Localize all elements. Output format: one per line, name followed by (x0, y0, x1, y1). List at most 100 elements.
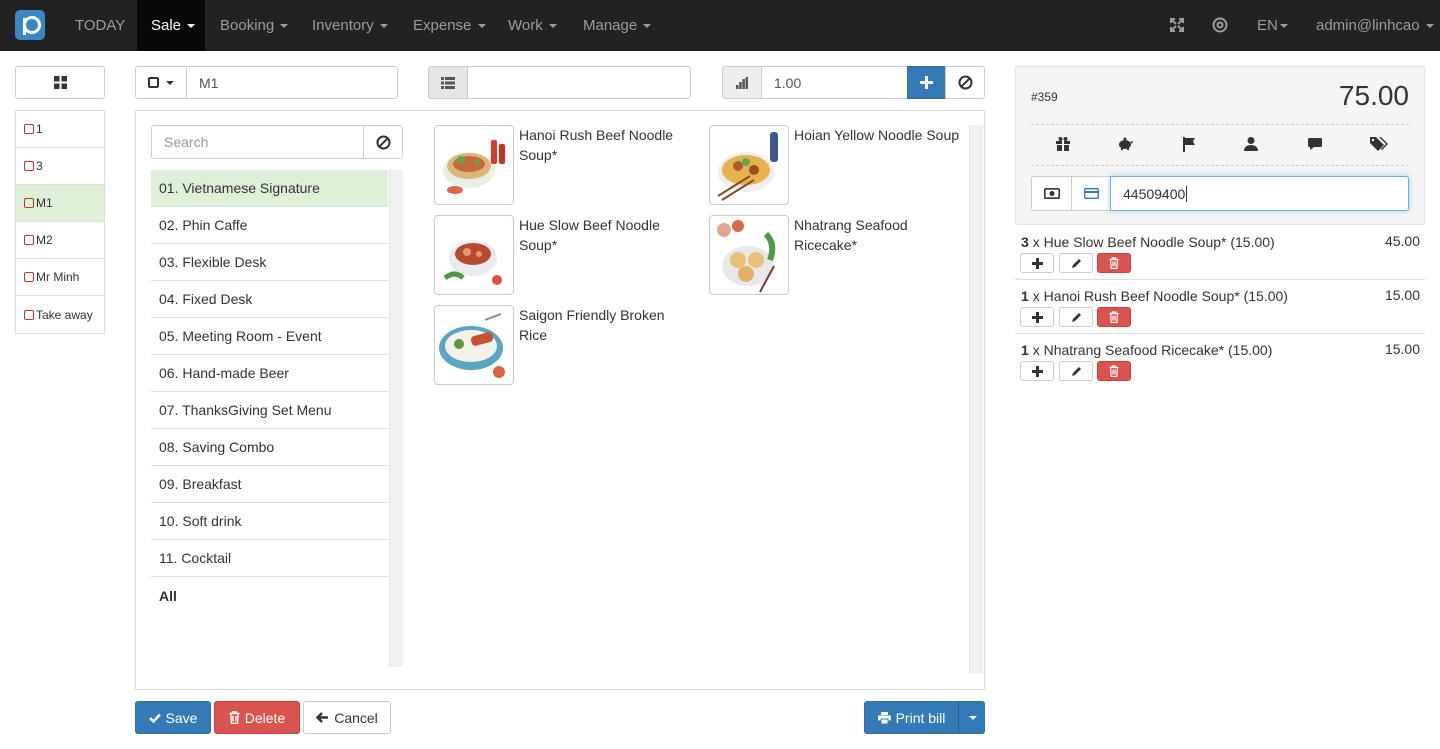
nav-inventory[interactable]: Inventory (298, 0, 402, 51)
edit-line-button[interactable] (1059, 361, 1093, 381)
flag-icon[interactable] (1181, 136, 1197, 152)
clear-search-button[interactable] (363, 125, 403, 159)
increase-qty-button[interactable] (1020, 253, 1054, 273)
comment-icon[interactable] (1307, 136, 1323, 152)
user-icon[interactable] (1243, 136, 1259, 152)
product-card[interactable]: Hue Slow Beef Noodle Soup* (434, 215, 694, 297)
increase-qty-button[interactable] (1020, 307, 1054, 327)
caret-down-icon (280, 24, 289, 29)
product-card[interactable]: Nhatrang Seafood Ricecake* (709, 215, 969, 297)
category-item-selected[interactable]: 01. Vietnamese Signature (151, 170, 388, 207)
table-status-icon (24, 309, 34, 320)
remove-line-button[interactable] (1097, 361, 1131, 381)
category-item[interactable]: 07. ThanksGiving Set Menu (151, 392, 388, 429)
print-options-dropdown[interactable] (958, 701, 985, 734)
category-item[interactable]: 10. Soft drink (151, 503, 388, 540)
nav-expense[interactable]: Expense (399, 0, 500, 51)
order-line: 3 x Hue Slow Beef Noodle Soup* (15.00) 4… (1015, 226, 1425, 280)
product-image (709, 125, 789, 205)
order-line-text: 1 x Hanoi Rush Beef Noodle Soup* (15.00) (1021, 288, 1288, 304)
delete-button[interactable]: Delete (214, 701, 300, 734)
square-icon (148, 77, 159, 88)
pencil-icon (1071, 366, 1081, 376)
table-item[interactable]: 3 (16, 148, 104, 185)
remove-line-button[interactable] (1097, 307, 1131, 327)
category-item-all[interactable]: All (151, 577, 388, 614)
fullscreen-icon[interactable] (1170, 18, 1184, 32)
table-item[interactable]: Mr Minh (16, 259, 104, 296)
nav-today[interactable]: TODAY (61, 0, 139, 51)
product-scrollbar[interactable] (969, 125, 983, 674)
category-item[interactable]: 08. Saving Combo (151, 429, 388, 466)
table-item[interactable]: 1 (16, 111, 104, 148)
category-item[interactable]: 09. Breakfast (151, 466, 388, 503)
plus-icon (1031, 365, 1043, 377)
gift-icon[interactable] (1055, 136, 1071, 152)
search-input[interactable]: Search (151, 125, 364, 159)
support-icon[interactable] (1212, 17, 1228, 33)
order-line-amount: 15.00 (1384, 341, 1420, 357)
category-item[interactable]: 06. Hand-made Beer (151, 355, 388, 392)
trash-icon (1109, 257, 1119, 269)
category-scrollbar[interactable] (389, 170, 403, 667)
card-number-input[interactable]: 44509400 (1110, 176, 1409, 211)
grid-view-button[interactable] (15, 66, 105, 99)
product-card[interactable]: Saigon Friendly Broken Rice (434, 305, 694, 387)
product-image (434, 125, 514, 205)
edit-line-button[interactable] (1059, 253, 1093, 273)
nav-booking[interactable]: Booking (206, 0, 302, 51)
app-logo-icon[interactable] (15, 10, 45, 40)
caret-down-icon (968, 715, 977, 720)
caret-down-icon (187, 24, 196, 29)
category-item[interactable]: 04. Fixed Desk (151, 281, 388, 318)
table-status-icon (24, 161, 34, 171)
sort-numeric-icon (736, 76, 748, 89)
note-input[interactable] (467, 66, 691, 99)
category-item[interactable]: 03. Flexible Desk (151, 244, 388, 281)
table-type-dropdown[interactable] (135, 66, 187, 99)
money-icon (1043, 188, 1060, 199)
table-name-input[interactable]: M1 (186, 66, 398, 99)
save-button[interactable]: Save (135, 701, 211, 734)
category-item[interactable]: 11. Cocktail (151, 540, 388, 577)
category-list: 01. Vietnamese Signature 02. Phin Caffe … (151, 170, 388, 614)
table-list: 1 3 M1 M2 Mr Minh Take away (15, 110, 105, 334)
increase-qty-button[interactable] (1020, 361, 1054, 381)
table-status-icon (24, 198, 34, 208)
order-line: 1 x Nhatrang Seafood Ricecake* (15.00) 1… (1015, 334, 1425, 388)
nav-sale[interactable]: Sale (137, 0, 205, 51)
clear-quantity-button[interactable] (945, 66, 985, 99)
remove-line-button[interactable] (1097, 253, 1131, 273)
cash-payment-button[interactable] (1031, 176, 1072, 211)
divider (1031, 124, 1409, 125)
divider (1031, 165, 1409, 166)
category-item[interactable]: 02. Phin Caffe (151, 207, 388, 244)
piggy-bank-icon[interactable] (1117, 136, 1133, 152)
ban-icon (376, 135, 390, 149)
ban-icon (958, 75, 972, 90)
product-card[interactable]: Hoian Yellow Noodle Soup (709, 125, 969, 207)
order-line-amount: 15.00 (1384, 287, 1420, 303)
add-button[interactable] (907, 66, 946, 99)
card-payment-button[interactable] (1071, 176, 1111, 211)
product-card[interactable]: Hanoi Rush Beef Noodle Soup* (434, 125, 694, 207)
nav-manage[interactable]: Manage (569, 0, 665, 51)
quantity-input[interactable]: 1.00 (761, 66, 908, 99)
table-item-selected[interactable]: M1 (16, 185, 104, 222)
table-item[interactable]: M2 (16, 222, 104, 259)
list-view-button[interactable] (428, 66, 468, 99)
print-bill-button[interactable]: Print bill (864, 701, 959, 734)
language-dropdown[interactable]: EN (1243, 0, 1302, 51)
grid-icon (53, 76, 67, 89)
caret-down-icon (379, 24, 388, 29)
cancel-button[interactable]: Cancel (303, 701, 391, 734)
user-menu[interactable]: admin@linhcao (1302, 0, 1440, 51)
table-item[interactable]: Take away (16, 296, 104, 333)
edit-line-button[interactable] (1059, 307, 1093, 327)
category-item[interactable]: 05. Meeting Room - Event (151, 318, 388, 355)
tags-icon[interactable] (1370, 136, 1388, 152)
nav-work[interactable]: Work (494, 0, 571, 51)
order-line-text: 3 x Hue Slow Beef Noodle Soup* (15.00) (1021, 234, 1275, 250)
product-name: Hue Slow Beef Noodle Soup* (519, 217, 660, 253)
caret-down-icon (1279, 24, 1288, 29)
